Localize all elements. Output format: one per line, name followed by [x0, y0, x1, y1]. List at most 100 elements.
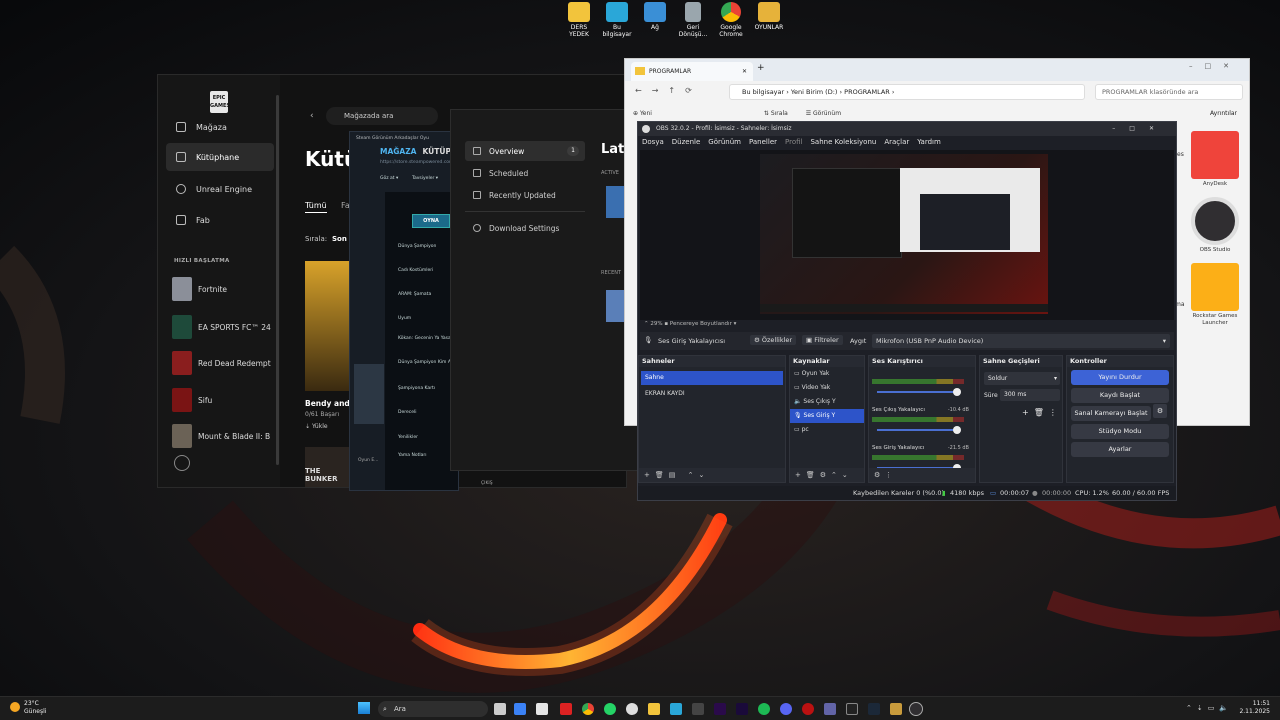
chatgpt-icon[interactable]	[626, 703, 638, 715]
lol-menu-item[interactable]: Dünya Şampiyon	[398, 244, 436, 249]
steam-filter-recommend[interactable]: Tavsiyeler ▾	[412, 176, 438, 181]
steam-menubar[interactable]: Steam Görünüm Arkadaşlar Oyu	[356, 136, 429, 141]
app-icon[interactable]	[692, 703, 704, 715]
windows-start-icon[interactable]	[358, 702, 370, 714]
quick-launch-fc24[interactable]: EA SPORTS FC™ 24	[172, 315, 271, 339]
volume-slider[interactable]	[877, 388, 961, 396]
desktop-icon-chrome[interactable]: Google Chrome	[714, 2, 748, 38]
epic-nav-library[interactable]: Kütüphane	[166, 143, 274, 171]
epic-nav-store[interactable]: Mağaza	[166, 113, 274, 141]
lol-menu-item[interactable]: Uyum	[398, 316, 411, 321]
file-obs-studio[interactable]: OBS Studio	[1187, 197, 1243, 254]
close-tab-icon[interactable]: ✕	[742, 62, 747, 81]
copilot-icon[interactable]	[514, 703, 526, 715]
epic-games-taskbar-icon[interactable]	[846, 703, 858, 715]
desktop-icon-oyunlar[interactable]: OYUNLAR	[752, 2, 786, 38]
app-icon[interactable]	[802, 703, 814, 715]
desktop-icon-this-pc[interactable]: Bu bilgisayar	[600, 2, 634, 38]
source-item[interactable]: 🎙 Ses Giriş Y	[790, 409, 864, 423]
filter-tab-all[interactable]: Tümü	[305, 201, 327, 213]
quick-launch-fortnite[interactable]: Fortnite	[172, 277, 227, 301]
file-anydesk[interactable]: AnyDesk	[1187, 131, 1243, 188]
league-icon[interactable]	[890, 703, 902, 715]
dl-nav-recent[interactable]: Recently Updated	[465, 185, 585, 205]
desktop-icon-ders-yedek[interactable]: DERS YEDEK	[562, 2, 596, 38]
premiere-icon[interactable]	[714, 703, 726, 715]
details-button[interactable]: Ayrıntılar	[1210, 110, 1237, 117]
after-effects-icon[interactable]	[736, 703, 748, 715]
filters-button[interactable]: ▣ Filtreler	[802, 335, 843, 345]
quick-launch-bannerlord[interactable]: Mount & Blade II: B	[172, 424, 270, 448]
file-rockstar[interactable]: Rockstar Games Launcher	[1187, 263, 1243, 326]
game-card-image[interactable]	[305, 261, 353, 391]
transition-toolbar[interactable]: +🗑⋮	[1022, 408, 1062, 417]
downloads-icon[interactable]	[174, 455, 190, 471]
device-select[interactable]: Mikrofon (USB PnP Audio Device) ▾	[872, 334, 1170, 348]
tab-store[interactable]: MAĞAZA	[380, 147, 416, 156]
scene-item[interactable]: Sahne	[641, 371, 783, 385]
quick-launch-sifu[interactable]: Sifu	[172, 388, 212, 412]
menu-edit[interactable]: Düzenle	[672, 138, 701, 146]
window-controls[interactable]: –□✕	[1189, 62, 1241, 70]
volume-slider[interactable]	[877, 426, 961, 434]
calendar-app-icon[interactable]	[536, 703, 548, 715]
view-button[interactable]: ☰ Görünüm	[806, 110, 841, 117]
new-button[interactable]: ⊕ Yeni	[633, 110, 652, 117]
source-item[interactable]: ▭ Video Yak	[790, 381, 864, 395]
file-explorer-icon[interactable]	[648, 703, 660, 715]
transition-select[interactable]: Soldur ▾	[984, 372, 1060, 385]
chrome-taskbar-icon[interactable]	[582, 703, 594, 715]
epic-nav-fab[interactable]: Fab	[166, 206, 274, 234]
taskbar-search-input[interactable]: ⌕ Ara	[378, 701, 488, 717]
lol-exit-label[interactable]: ÇIKIŞ	[481, 481, 493, 486]
studio-mode-button[interactable]: Stüdyo Modu	[1071, 424, 1169, 439]
menu-view[interactable]: Görünüm	[708, 138, 741, 146]
menu-profile[interactable]: Profil	[785, 138, 802, 146]
settings-button[interactable]: Ayarlar	[1071, 442, 1169, 457]
sort-button[interactable]: ⇅ Sırala	[764, 110, 788, 117]
dl-nav-settings[interactable]: Download Settings	[465, 218, 585, 238]
nav-arrows-icon[interactable]: ←→↑⟳	[635, 86, 702, 95]
lol-menu-item[interactable]: Şampiyona Kartı	[398, 386, 435, 391]
menu-docks[interactable]: Paneller	[749, 138, 777, 146]
mixer-toolbar[interactable]: ⚙⋮	[869, 468, 975, 482]
teams-icon[interactable]	[824, 703, 836, 715]
start-recording-button[interactable]: Kaydı Başlat	[1071, 388, 1169, 403]
desktop-icon-network[interactable]: Ağ	[638, 2, 672, 38]
steam-filter-browse[interactable]: Göz at ▾	[380, 176, 398, 181]
scenes-toolbar[interactable]: +🗑▤ ⌃⌄	[639, 468, 785, 482]
weather-widget[interactable]: 23°C Güneşli	[10, 700, 46, 716]
app-icon[interactable]	[560, 703, 572, 715]
sources-toolbar[interactable]: +🗑⚙⌃⌄	[790, 468, 864, 482]
menu-help[interactable]: Yardım	[917, 138, 941, 146]
volume-knob[interactable]	[953, 426, 961, 434]
system-tray-icons[interactable]: ⌃⇣▭🔈	[1186, 704, 1233, 712]
play-button[interactable]: OYNA	[412, 214, 450, 228]
properties-button[interactable]: ⚙ Özellikler	[750, 335, 797, 345]
lol-menu-item[interactable]: Cadı Kostümleri	[398, 268, 433, 273]
stop-streaming-button[interactable]: Yayını Durdur	[1071, 370, 1169, 385]
spotify-icon[interactable]	[758, 703, 770, 715]
duration-input[interactable]: 300 ms	[1000, 389, 1060, 401]
menu-file[interactable]: Dosya	[642, 138, 664, 146]
source-item[interactable]: ▭ Oyun Yak	[790, 367, 864, 381]
obs-preview[interactable]	[640, 150, 1174, 320]
dl-nav-overview[interactable]: Overview 1	[465, 141, 585, 161]
whatsapp-icon[interactable]	[604, 703, 616, 715]
explorer-tab[interactable]: PROGRAMLAR ✕	[631, 62, 753, 81]
lol-menu-item[interactable]: ARAM: Şamata	[398, 292, 431, 297]
virtual-camera-settings-icon[interactable]: ⚙	[1153, 404, 1167, 418]
lol-menu-item[interactable]: Kökan: Gecenin Ya Yasası	[398, 336, 458, 341]
sidebar-scrollbar[interactable]	[276, 95, 279, 465]
app-icon[interactable]	[670, 703, 682, 715]
address-bar[interactable]: Bu bilgisayar › Yeni Birim (D:) › PROGRA…	[729, 84, 1085, 100]
start-virtual-camera-button[interactable]: Sanal Kamerayı Başlat	[1071, 406, 1151, 421]
obs-taskbar-icon[interactable]	[909, 702, 923, 716]
scene-item[interactable]: EKRAN KAYDI	[641, 387, 783, 401]
lol-menu-item[interactable]: Yenilikler	[398, 435, 418, 440]
new-tab-icon[interactable]: +	[757, 63, 765, 73]
menu-scene-collection[interactable]: Sahne Koleksiyonu	[810, 138, 876, 146]
lol-menu-item[interactable]: Yama Notları	[398, 453, 426, 458]
epic-nav-unreal[interactable]: Unreal Engine	[166, 175, 274, 203]
discord-icon[interactable]	[780, 703, 792, 715]
